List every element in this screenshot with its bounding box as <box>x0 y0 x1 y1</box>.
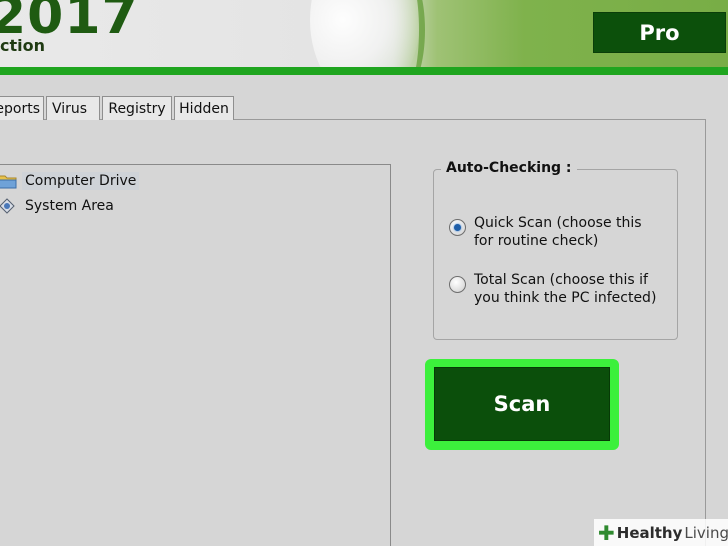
plus-logo-icon: ✚ <box>598 520 615 545</box>
tree-item-computer-drive[interactable]: Computer Drive <box>0 170 140 192</box>
scan-area-tree[interactable]: Computer Drive System Area <box>0 164 391 546</box>
tree-item-system-area[interactable]: System Area <box>0 195 117 217</box>
total-scan-option[interactable]: Total Scan (choose this if you think the… <box>449 271 664 307</box>
auto-checking-group <box>433 169 678 340</box>
app-header: 2017 ction Pro <box>0 0 728 68</box>
quick-scan-option[interactable]: Quick Scan (choose this for routine chec… <box>449 214 664 250</box>
app-subtitle: ction <box>0 36 45 55</box>
auto-checking-title: Auto-Checking : <box>441 160 577 176</box>
system-area-icon <box>0 197 18 215</box>
header-divider <box>0 67 728 75</box>
pro-badge[interactable]: Pro <box>593 12 726 53</box>
tree-item-label: Computer Drive <box>22 172 140 190</box>
quick-scan-label: Quick Scan (choose this for routine chec… <box>474 215 642 249</box>
tab-bar: eports Virus Registry Hidden <box>0 96 236 120</box>
tab-registry[interactable]: Registry <box>102 96 172 120</box>
watermark-living: Living <box>684 523 728 542</box>
header-swoosh-stroke <box>385 0 425 68</box>
tree-item-label: System Area <box>25 198 114 214</box>
tab-reports[interactable]: eports <box>0 96 44 120</box>
total-scan-label: Total Scan (choose this if you think the… <box>474 272 657 306</box>
tab-hidden[interactable]: Hidden <box>174 96 234 120</box>
folder-drive-icon <box>0 172 18 190</box>
total-scan-radio[interactable] <box>449 276 466 293</box>
healthy-living-watermark: ✚ Healthy Living <box>594 519 728 546</box>
watermark-healthy: Healthy <box>616 523 683 542</box>
scan-button[interactable]: Scan <box>434 367 610 441</box>
quick-scan-radio[interactable] <box>449 219 466 236</box>
tab-virus[interactable]: Virus <box>46 96 100 120</box>
